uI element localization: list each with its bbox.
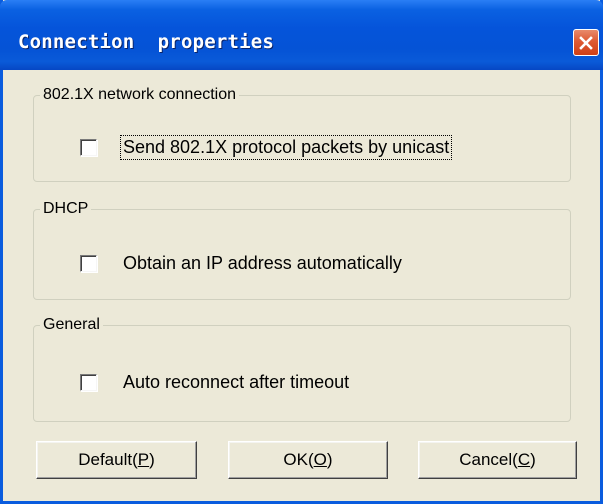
dhcp-checkbox[interactable] bbox=[80, 255, 97, 272]
default-button-label-post: ) bbox=[149, 450, 155, 469]
ok-button-label-pre: OK( bbox=[283, 450, 314, 469]
cancel-button[interactable]: Cancel(C) bbox=[418, 441, 577, 479]
unicast-checkbox-row[interactable]: Send 802.1X protocol packets by unicast bbox=[80, 135, 453, 160]
window-title: Connection properties bbox=[18, 31, 275, 53]
default-button-label-pre: Default( bbox=[78, 450, 138, 469]
close-x-icon bbox=[579, 35, 593, 50]
group-8021x-legend: 802.1X network connection bbox=[40, 85, 240, 105]
title-bar[interactable]: Connection properties bbox=[0, 0, 603, 70]
default-button-accelerator: P bbox=[137, 450, 150, 469]
dhcp-checkbox-row[interactable]: Obtain an IP address automatically bbox=[80, 252, 404, 275]
unicast-checkbox-label[interactable]: Send 802.1X protocol packets by unicast bbox=[119, 135, 453, 160]
connection-properties-dialog: Connection properties 802.1X network con… bbox=[0, 0, 603, 504]
group-general-legend: General bbox=[40, 315, 103, 335]
dhcp-checkbox-label[interactable]: Obtain an IP address automatically bbox=[121, 252, 404, 275]
unicast-checkbox[interactable] bbox=[80, 139, 97, 156]
reconnect-checkbox[interactable] bbox=[80, 374, 97, 391]
cancel-button-accelerator: C bbox=[517, 450, 531, 469]
close-button[interactable] bbox=[573, 29, 599, 56]
ok-button-accelerator: O bbox=[313, 450, 327, 469]
default-button[interactable]: Default(P) bbox=[36, 441, 197, 479]
ok-button-label-post: ) bbox=[326, 450, 333, 469]
reconnect-checkbox-label[interactable]: Auto reconnect after timeout bbox=[121, 371, 351, 394]
cancel-button-label-pre: Cancel( bbox=[459, 450, 518, 469]
cancel-button-label-post: ) bbox=[530, 450, 536, 469]
reconnect-checkbox-row[interactable]: Auto reconnect after timeout bbox=[80, 371, 351, 394]
group-dhcp-legend: DHCP bbox=[40, 199, 92, 219]
ok-button[interactable]: OK(O) bbox=[228, 441, 388, 479]
